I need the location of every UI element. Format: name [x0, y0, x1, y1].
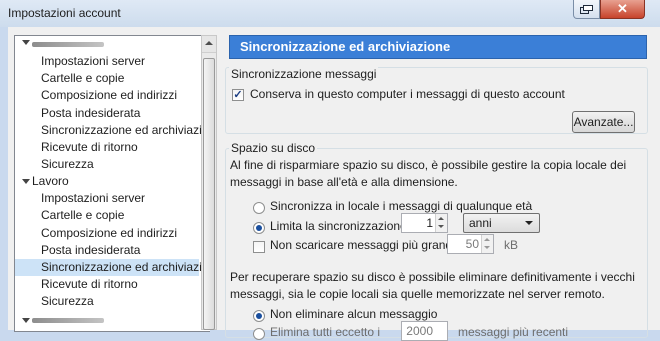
keep-all-radio[interactable] [253, 310, 265, 322]
sync-group-legend: Sincronizzazione messaggi [229, 67, 379, 81]
tree-item-folders[interactable]: Cartelle e copie [41, 207, 124, 224]
sync-all-radio[interactable] [253, 202, 265, 214]
disk-space-legend: Spazio su disco [229, 141, 318, 155]
disk-space-intro: Al fine di risparmiare spazio su disco, … [230, 158, 627, 189]
delete-intro: Per recuperare spazio su disco è possibi… [230, 270, 635, 301]
spinner-arrows-icon[interactable] [481, 235, 493, 253]
collapse-icon[interactable] [22, 40, 30, 45]
chevron-up-icon [205, 41, 213, 45]
scroll-up-button[interactable] [202, 36, 216, 53]
tree-item-server-settings[interactable]: Impostazioni server [41, 53, 145, 70]
tree-item-junk[interactable]: Posta indesiderata [41, 105, 140, 122]
tree-item-composition[interactable]: Composizione ed indirizzi [41, 225, 177, 242]
tree-item-receipts[interactable]: Ricevute di ritorno [41, 139, 138, 156]
delete-partial-unit: messaggi più recenti [458, 325, 569, 339]
limit-sync-value-text: 1 [426, 216, 433, 230]
limit-sync-value[interactable]: 1 [401, 213, 448, 233]
sync-all-label[interactable]: Sincronizza in locale i messaggi di qual… [270, 199, 532, 213]
keep-all-label[interactable]: Non eliminare alcun messaggio [270, 307, 437, 321]
scroll-thumb[interactable] [203, 58, 215, 330]
tree-item-account-lavoro[interactable]: Lavoro [32, 173, 69, 190]
spinner-arrows-icon[interactable] [435, 214, 447, 232]
collapse-icon[interactable] [22, 179, 30, 184]
no-download-size[interactable]: 50 [447, 234, 494, 254]
account-name-redacted [32, 318, 104, 323]
window-titlebar[interactable]: Impostazioni account ✕ [0, 0, 660, 27]
no-download-size-text: 50 [465, 237, 479, 251]
close-button[interactable]: ✕ [600, 0, 645, 19]
advanced-button[interactable]: Avanzate... [572, 111, 635, 133]
dialog-client-area: Impostazioni server Cartelle e copie Com… [8, 27, 660, 341]
tree-item-sync-selected[interactable]: Sincronizzazione ed archiviazione [15, 259, 210, 276]
restore-icon [580, 4, 593, 14]
tree-scrollbar[interactable] [201, 35, 217, 330]
keep-messages-checkbox[interactable]: ✓ [232, 89, 244, 101]
tree-item-sync[interactable]: Sincronizzazione ed archiviazione [41, 122, 210, 139]
tree-item-junk[interactable]: Posta indesiderata [41, 242, 140, 259]
no-download-checkbox[interactable] [253, 241, 265, 253]
tree-item-composition[interactable]: Composizione ed indirizzi [41, 87, 177, 104]
delete-partial-value-text: 2000 [406, 324, 433, 338]
tree-item-folders[interactable]: Cartelle e copie [41, 70, 124, 87]
close-icon: ✕ [617, 1, 628, 16]
tree-item-security[interactable]: Sicurezza [41, 293, 94, 310]
chevron-down-icon [525, 221, 533, 225]
delete-partial-label[interactable]: Elimina tutti eccetto i [270, 325, 380, 339]
limit-sync-radio[interactable] [253, 222, 265, 234]
account-name-redacted [32, 42, 104, 47]
delete-partial-value[interactable]: 2000 [401, 321, 448, 341]
account-tree[interactable]: Impostazioni server Cartelle e copie Com… [14, 35, 210, 332]
window-title: Impostazioni account [8, 6, 121, 20]
no-download-unit: kB [504, 238, 519, 252]
tree-item-server-settings[interactable]: Impostazioni server [41, 190, 145, 207]
tree-item-security[interactable]: Sicurezza [41, 156, 94, 173]
no-download-label[interactable]: Non scaricare messaggi più grandi di [270, 238, 467, 252]
collapse-icon[interactable] [22, 318, 30, 323]
limit-sync-label[interactable]: Limita la sincronizzazione a [270, 219, 417, 233]
tree-item-receipts[interactable]: Ricevute di ritorno [41, 276, 138, 293]
restore-button[interactable] [573, 0, 600, 19]
limit-sync-unit-label: anni [469, 216, 492, 230]
limit-sync-unit-select[interactable]: anni [463, 213, 540, 233]
keep-messages-label[interactable]: Conserva in questo computer i messaggi d… [250, 87, 565, 101]
page-title: Sincronizzazione ed archiviazione [229, 35, 647, 59]
